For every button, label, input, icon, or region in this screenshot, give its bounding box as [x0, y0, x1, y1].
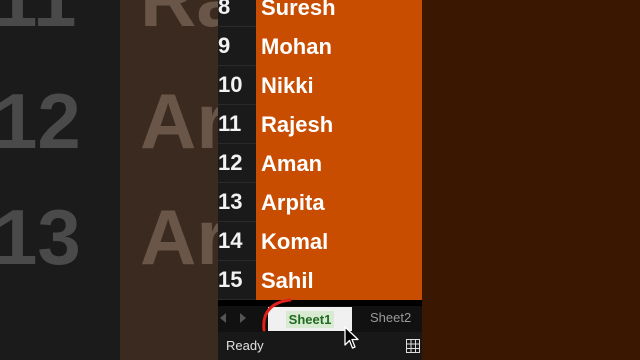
row-header[interactable]: 11 — [218, 105, 256, 144]
annotation-arc — [262, 298, 292, 332]
grid-view-icon[interactable] — [406, 339, 420, 353]
row-header[interactable]: 10 — [218, 66, 256, 105]
sheet-tab-bar: Sheet1 Sheet2 — [218, 298, 422, 332]
name-cell[interactable]: Aman — [256, 144, 422, 183]
spreadsheet-view: 8 Suresh 9 Mohan 10 Nikki 11 Rajesh 12 A… — [218, 0, 422, 360]
sheet-next-icon[interactable] — [240, 313, 246, 323]
row-header[interactable]: 15 — [218, 261, 256, 300]
row-header[interactable]: 9 — [218, 27, 256, 66]
background-rownum-band — [0, 0, 120, 360]
background-row-name: Ar — [140, 77, 218, 165]
background-row-name: Ra — [140, 0, 218, 38]
table-row: 8 Suresh — [218, 0, 422, 27]
background-row-number: 13 — [0, 193, 81, 281]
name-cell[interactable]: Suresh — [256, 0, 422, 27]
status-bar: Ready — [218, 332, 422, 360]
name-cell[interactable]: Rajesh — [256, 105, 422, 144]
name-cell[interactable]: Komal — [256, 222, 422, 261]
background-row-name: Ar — [140, 193, 218, 281]
name-cell[interactable]: Arpita — [256, 183, 422, 222]
table-row: 11 Rajesh — [218, 105, 422, 144]
worksheet-grid: 8 Suresh 9 Mohan 10 Nikki 11 Rajesh 12 A… — [218, 0, 422, 306]
row-header[interactable]: 13 — [218, 183, 256, 222]
table-row: 13 Arpita — [218, 183, 422, 222]
name-cell[interactable]: Nikki — [256, 66, 422, 105]
table-row: 15 Sahil — [218, 261, 422, 300]
row-header[interactable]: 12 — [218, 144, 256, 183]
background-row-number: 11 — [0, 0, 76, 38]
background-cell-band — [120, 0, 218, 360]
table-row: 12 Aman — [218, 144, 422, 183]
status-text: Ready — [226, 338, 264, 353]
sheet-prev-icon[interactable] — [220, 313, 226, 323]
table-row: 14 Komal — [218, 222, 422, 261]
background-left-blur: 11 12 13 Ra Ar Ar — [0, 0, 218, 360]
row-header[interactable]: 8 — [218, 0, 256, 27]
background-row-number: 12 — [0, 77, 81, 165]
background-right-blur — [422, 0, 640, 360]
table-row: 9 Mohan — [218, 27, 422, 66]
tab-sheet2[interactable]: Sheet2 — [370, 310, 411, 325]
table-row: 10 Nikki — [218, 66, 422, 105]
name-cell[interactable]: Sahil — [256, 261, 422, 300]
mouse-pointer-icon — [344, 326, 359, 349]
row-header[interactable]: 14 — [218, 222, 256, 261]
name-cell[interactable]: Mohan — [256, 27, 422, 66]
